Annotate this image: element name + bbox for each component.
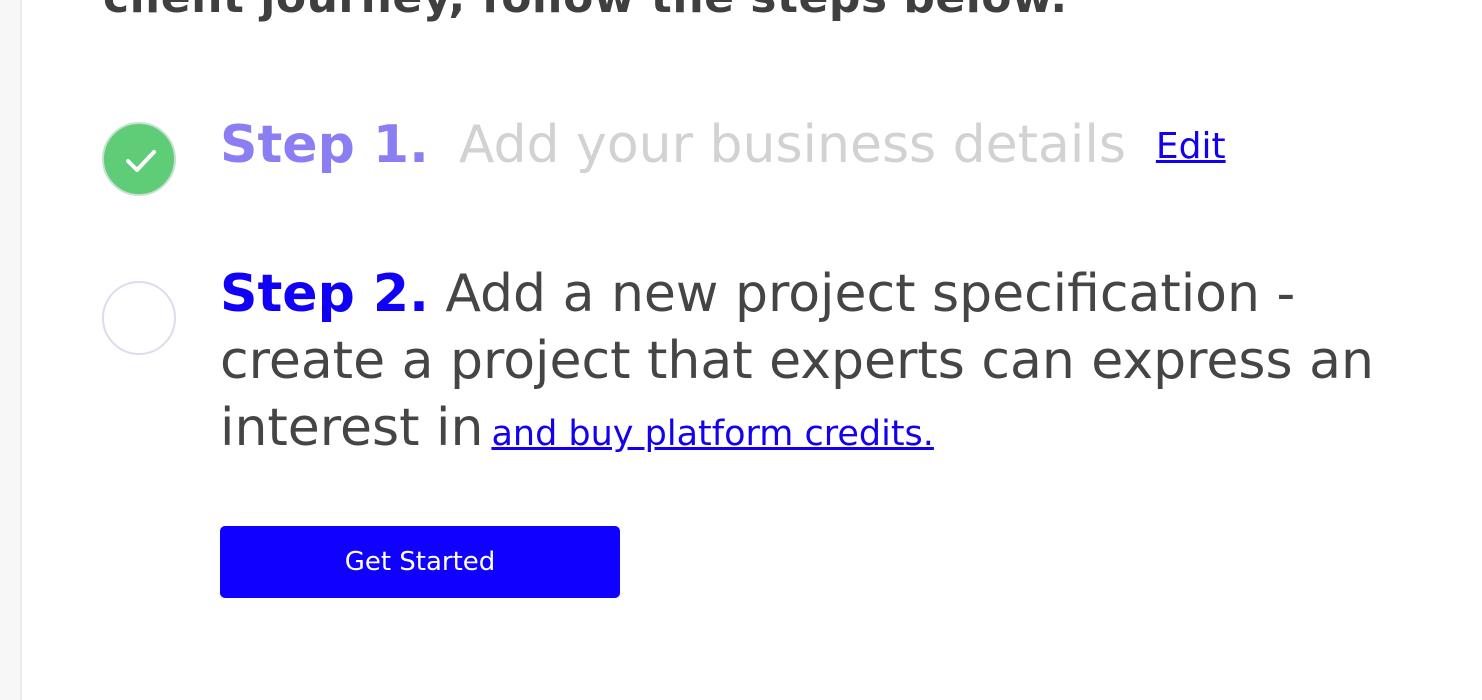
step-2-description-line-3: interest in bbox=[220, 398, 484, 458]
left-sidebar-edge bbox=[0, 0, 22, 700]
step-1-text: Step 1. Add your business details Edit bbox=[220, 112, 1226, 180]
step-1-status-circle bbox=[102, 122, 176, 196]
buy-credits-link[interactable]: and buy platform credits. bbox=[491, 414, 933, 454]
step-2-status-circle bbox=[102, 281, 176, 355]
step-1-description: Add your business details bbox=[458, 115, 1126, 175]
intro-heading: client journey, follow the steps below. bbox=[103, 0, 1068, 23]
step-2-text: Step 2. Add a new project specification … bbox=[220, 261, 1374, 468]
step-2-description-line-1: Add a new project specification - bbox=[445, 264, 1296, 324]
get-started-button[interactable]: Get Started bbox=[220, 526, 620, 598]
checkmark-icon bbox=[126, 150, 156, 172]
step-2-description-line-2: create a project that experts can expres… bbox=[220, 331, 1374, 391]
edit-link[interactable]: Edit bbox=[1156, 126, 1226, 167]
step-2-number: Step 2. bbox=[220, 264, 429, 324]
step-1-number: Step 1. bbox=[220, 115, 429, 175]
